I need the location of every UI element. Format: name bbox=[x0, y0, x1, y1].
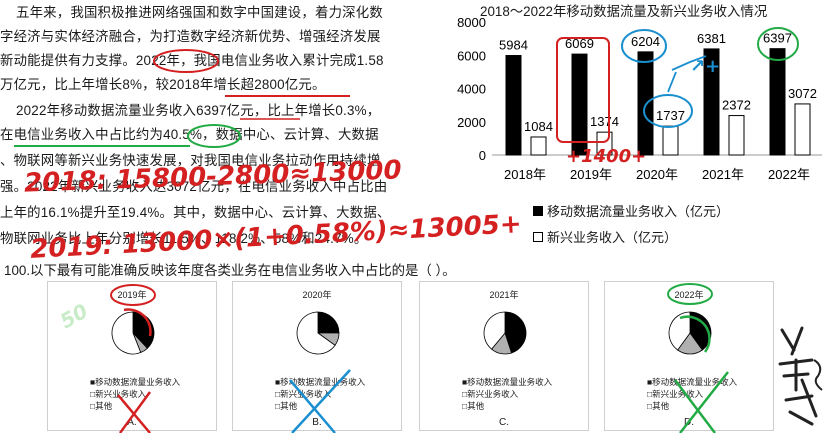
option-card-d[interactable]: 2022年 ■移动数据流量业务收入 □新兴业务收入 □其他 D. bbox=[604, 281, 774, 431]
data-label: 6381 bbox=[697, 31, 726, 46]
pie-legend-item: ■移动数据流量业务收入 bbox=[462, 377, 553, 387]
x-tick-label: 2018年 bbox=[504, 167, 546, 182]
pie-chart bbox=[668, 311, 712, 355]
option-card-title: 2021年 bbox=[489, 290, 519, 300]
option-card-c[interactable]: 2021年 ■移动数据流量业务收入 □新兴业务收入 □其他 C. bbox=[419, 281, 589, 431]
question-stem: 100.以下最有可能准确反映该年度各类业务在电信业务收入中占比的是（ ）。 bbox=[4, 263, 456, 278]
pie-legend-item: □新兴业务收入 bbox=[647, 389, 704, 399]
y-tick-label: 4000 bbox=[457, 82, 486, 97]
handwritten-arrows: ↗+ bbox=[690, 56, 721, 77]
data-label: 3072 bbox=[788, 86, 817, 101]
pie-legend-item: ■移动数据流量业务收入 bbox=[90, 377, 181, 387]
legend-mobile: 移动数据流量业务收入（亿元） bbox=[533, 201, 729, 220]
passage-line: 新动能提供有力支撑。2022年，我国电信业务收入累计完成1.58 bbox=[0, 53, 384, 68]
data-label: 5984 bbox=[499, 38, 528, 53]
bar-mobile-revenue bbox=[637, 51, 654, 156]
y-tick-label: 0 bbox=[479, 148, 486, 163]
legend-label: 移动数据流量业务收入（亿元） bbox=[547, 204, 730, 219]
option-card-title: 2020年 bbox=[302, 290, 332, 300]
data-label: 1084 bbox=[524, 119, 553, 134]
pie-legend-item: □其他 bbox=[462, 401, 485, 411]
passage-line: 2022年移动数据流量业务收入6397亿元，比上年增长0.3%， bbox=[16, 103, 381, 118]
bar-new-business-revenue bbox=[530, 136, 547, 156]
pie-legend-item: □新兴业务收入 bbox=[275, 389, 332, 399]
legend-new: 新兴业务收入（亿元） bbox=[533, 227, 677, 246]
data-label: 6204 bbox=[631, 34, 660, 49]
bar-new-business-revenue bbox=[794, 103, 811, 156]
handwritten-plus-1400: +1400+ bbox=[566, 146, 647, 167]
x-tick-label: 2019年 bbox=[570, 167, 612, 182]
option-letter: A. bbox=[127, 417, 137, 428]
pie-legend-item: □新兴业务收入 bbox=[462, 389, 519, 399]
data-label: 6069 bbox=[565, 36, 594, 51]
passage-line: 字经济与实体经济融合，为打造数字经济新优势、增强经济发展 bbox=[0, 29, 381, 44]
passage-line: 万亿元，比上年增长8%，较2018年增长超2800亿元。 bbox=[0, 77, 326, 92]
legend-swatch-black bbox=[533, 205, 543, 216]
y-tick-label: 2000 bbox=[457, 115, 486, 130]
pie-legend-item: □其他 bbox=[275, 401, 298, 411]
pie-slice bbox=[317, 311, 340, 334]
option-card-title: 2019年 bbox=[117, 290, 147, 300]
pie-legend-item: □新兴业务收入 bbox=[90, 389, 147, 399]
passage-line: 在电信业务收入中占比约为40.5%，数据中心、云计算、大数据 bbox=[0, 127, 379, 142]
pie-chart bbox=[483, 311, 527, 355]
x-tick-label: 2020年 bbox=[636, 167, 678, 182]
data-label: 6397 bbox=[763, 31, 792, 46]
data-label: 1737 bbox=[656, 108, 685, 123]
pie-chart bbox=[296, 311, 340, 355]
pie-legend-item: ■移动数据流量业务收入 bbox=[275, 377, 366, 387]
legend-swatch-white bbox=[533, 231, 543, 242]
pie-legend-item: □其他 bbox=[647, 401, 670, 411]
pie-chart bbox=[111, 311, 155, 355]
option-letter: D. bbox=[684, 417, 694, 428]
option-letter: C. bbox=[499, 417, 509, 428]
option-letter: B. bbox=[312, 417, 322, 428]
bar-mobile-revenue bbox=[571, 53, 588, 156]
x-tick-label: 2022年 bbox=[768, 167, 810, 182]
watermark-seal-logo bbox=[778, 326, 823, 426]
option-card-title: 2022年 bbox=[674, 290, 704, 300]
bar-new-business-revenue bbox=[662, 125, 679, 156]
legend-label: 新兴业务收入（亿元） bbox=[547, 230, 678, 245]
bar-mobile-revenue bbox=[505, 55, 522, 156]
pie-legend-item: ■移动数据流量业务收入 bbox=[647, 377, 738, 387]
data-label: 1374 bbox=[590, 114, 619, 129]
y-tick-label: 8000 bbox=[457, 16, 486, 30]
passage-line: 五年来，我国积极推进网络强国和数字中国建设，着力深化数 bbox=[16, 5, 383, 20]
y-tick-label: 6000 bbox=[457, 48, 486, 63]
bar-mobile-revenue bbox=[769, 48, 786, 156]
pie-legend-item: □其他 bbox=[90, 401, 113, 411]
data-label: 2372 bbox=[722, 98, 751, 113]
bar-new-business-revenue bbox=[728, 115, 745, 156]
x-tick-label: 2021年 bbox=[702, 167, 744, 182]
option-card-b[interactable]: 2020年 ■移动数据流量业务收入 □新兴业务收入 □其他 B. bbox=[232, 281, 402, 431]
